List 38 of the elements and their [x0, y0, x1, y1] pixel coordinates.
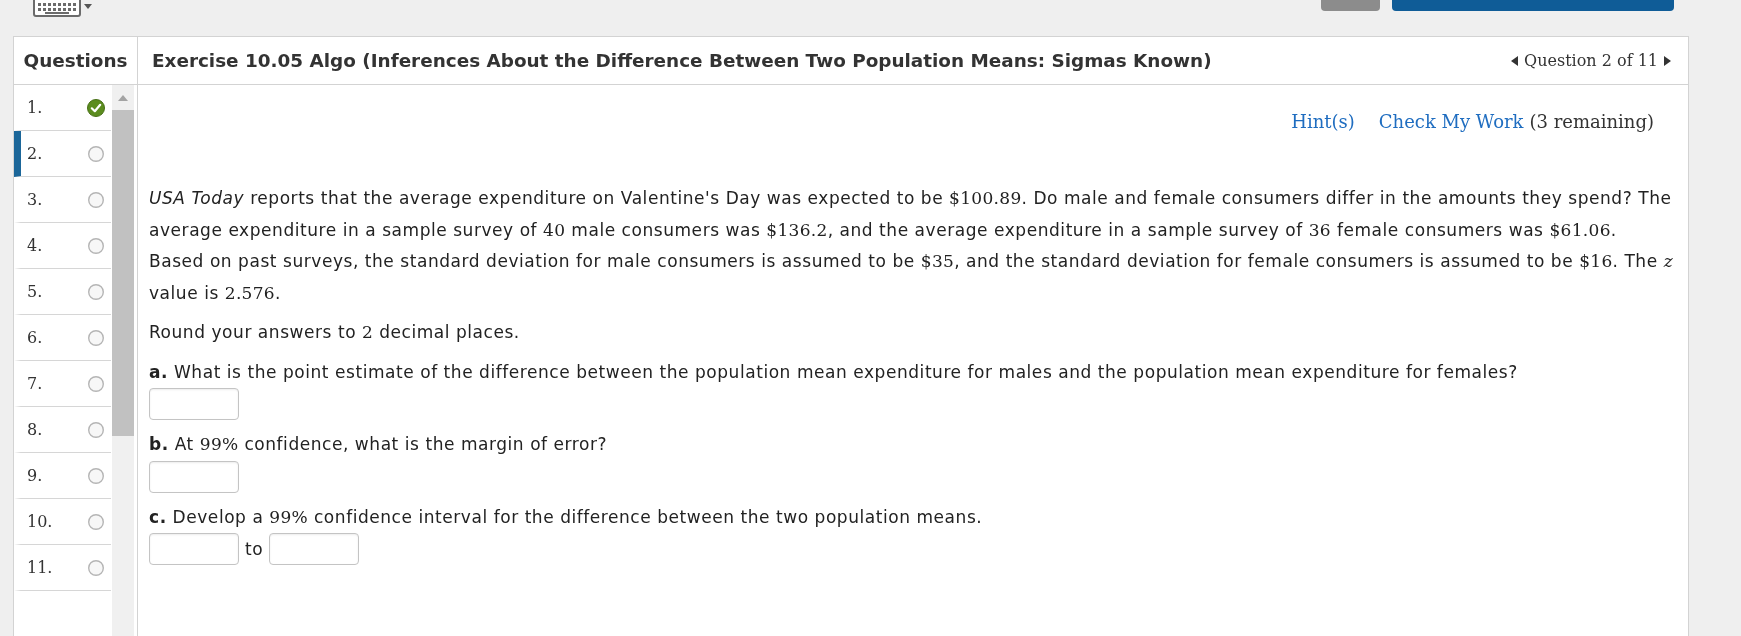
question-prompt: a. What is the point estimate of the difference between the population mean expenditure for males and the population mean expenditure for females? — [149, 360, 1519, 384]
toolbar-button[interactable] — [1321, 0, 1380, 11]
question-item[interactable]: 8. — [14, 407, 111, 453]
previous-button[interactable] — [1511, 55, 1519, 66]
instruction-text: Round your answers to 2 decimal places. — [149, 321, 521, 344]
left-triangle-icon — [1511, 55, 1519, 66]
scroll-up-icon[interactable] — [118, 95, 128, 101]
help-link[interactable]: Check My Work — [1378, 112, 1524, 132]
caret-down-icon — [84, 4, 92, 9]
answer-field[interactable] — [149, 388, 239, 420]
question-prompt: b. At 99% confidence, what is the margin of error? — [149, 433, 609, 456]
right-triangle-icon — [1664, 55, 1671, 66]
question-prompt: c. Develop a 99% confidence interval for the difference between the two population means. — [149, 505, 984, 529]
pager-text: Question 2 of 11 — [1524, 49, 1658, 72]
scrollbar-thumb[interactable] — [112, 110, 134, 436]
question-item[interactable]: 11. — [14, 545, 111, 591]
question-item[interactable]: 7. — [14, 361, 111, 407]
answer-field[interactable] — [149, 460, 239, 493]
keyboard-icon — [33, 0, 81, 17]
problem-text: USA Today reports that the average expenditure on Valentine's Day was expected to be $100.89. Do male and female consumers differ in the amounts they spend? The average expenditure in a sample survey of 40 male consumers was $136.2, and the average expenditure in a sample survey of 36 female consumers was $61.06. Based on past surveys, the standard deviation for male consumers is assumed to be $35, and the standard deviation for female consumers is assumed to be $16. The z value is 2.576. — [149, 187, 1673, 305]
exercise-title: Exercise 10.05 Algo (Inferences About the Difference Between Two Population Means: Sigmas Known) — [152, 48, 1212, 73]
help-link[interactable]: Hint(s) — [1291, 112, 1355, 132]
question-item[interactable]: 4. — [14, 223, 111, 269]
question-item[interactable]: 1. — [14, 85, 111, 131]
answer-field[interactable] — [149, 533, 239, 565]
remaining-count: (3 remaining) — [1529, 112, 1654, 132]
toolbar-button[interactable] — [1392, 0, 1674, 11]
sidebar-title: Questions — [23, 48, 128, 73]
question-item[interactable]: 6. — [14, 315, 111, 361]
question-item[interactable]: 5. — [14, 269, 111, 315]
range-separator: to — [245, 539, 264, 559]
question-item[interactable]: 3. — [14, 177, 111, 223]
answer-field[interactable] — [269, 533, 360, 565]
question-item[interactable]: 9. — [14, 453, 111, 499]
next-button[interactable] — [1664, 55, 1671, 66]
scrollbar-track[interactable] — [112, 85, 134, 636]
keyboard-menu-button[interactable] — [33, 0, 92, 17]
question-item[interactable]: 10. — [14, 499, 111, 545]
